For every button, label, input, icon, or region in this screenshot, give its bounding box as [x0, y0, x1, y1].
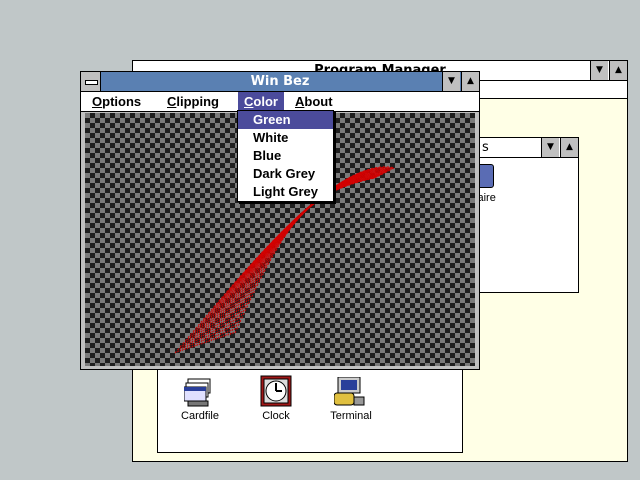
menu-options[interactable]: Options: [86, 92, 147, 111]
program-manager-maximize-button[interactable]: ▲: [609, 61, 627, 80]
color-menu-item-blue[interactable]: Blue: [238, 147, 333, 165]
color-menu-item-dark-grey[interactable]: Dark Grey: [238, 165, 333, 183]
accessories-group-window: Cardfile Clock Terminal: [157, 361, 463, 453]
color-menu-item-white[interactable]: White: [238, 129, 333, 147]
clock-icon[interactable]: [260, 375, 292, 407]
menu-color[interactable]: Color: [238, 92, 284, 111]
cardfile-icon-label[interactable]: Cardfile: [165, 410, 235, 422]
menu-about-label: About: [295, 94, 333, 109]
winbez-maximize-button[interactable]: ▲: [461, 72, 479, 91]
games-group-title: s: [482, 140, 489, 155]
clock-icon-label[interactable]: Clock: [241, 410, 311, 422]
menu-options-label: Options: [92, 94, 142, 109]
menu-clipping-label: Clipping: [167, 94, 219, 109]
cardfile-icon-graphic: [183, 378, 211, 407]
color-menu-item-blue-label: Blue: [253, 148, 282, 163]
winbez-title: Win Bez: [250, 74, 310, 89]
color-menu-item-white-label: White: [253, 130, 289, 145]
color-menu-item-green[interactable]: Green: [238, 111, 333, 129]
winbez-titlebar[interactable]: Win Bez: [81, 72, 479, 92]
color-menu-item-light-grey-label: Light Grey: [253, 184, 319, 199]
games-group-window: s ▼ ▲ itaire: [472, 137, 579, 293]
games-group-minimize-button[interactable]: ▼: [541, 138, 559, 157]
cardfile-icon[interactable]: [183, 377, 216, 407]
games-group-maximize-button[interactable]: ▲: [560, 138, 578, 157]
winbez-minimize-button[interactable]: ▼: [442, 72, 460, 91]
program-manager-minimize-button[interactable]: ▼: [590, 61, 608, 80]
menu-color-label: Color: [244, 94, 278, 109]
color-menu-item-green-label: Green: [253, 112, 291, 127]
system-menu-icon[interactable]: [81, 72, 101, 91]
clock-icon-graphic: [260, 375, 292, 407]
terminal-icon-label[interactable]: Terminal: [316, 410, 386, 422]
color-menu-item-light-grey[interactable]: Light Grey: [238, 183, 333, 201]
menu-clipping[interactable]: Clipping: [161, 92, 225, 111]
terminal-icon-graphic: [333, 376, 365, 406]
winbez-menubar: Options Clipping Color About: [81, 92, 479, 112]
color-dropdown-menu: Green White Blue Dark Grey Light Grey: [237, 110, 334, 202]
color-menu-item-dark-grey-label: Dark Grey: [253, 166, 316, 181]
terminal-icon[interactable]: [333, 376, 366, 407]
menu-about[interactable]: About: [289, 92, 339, 111]
